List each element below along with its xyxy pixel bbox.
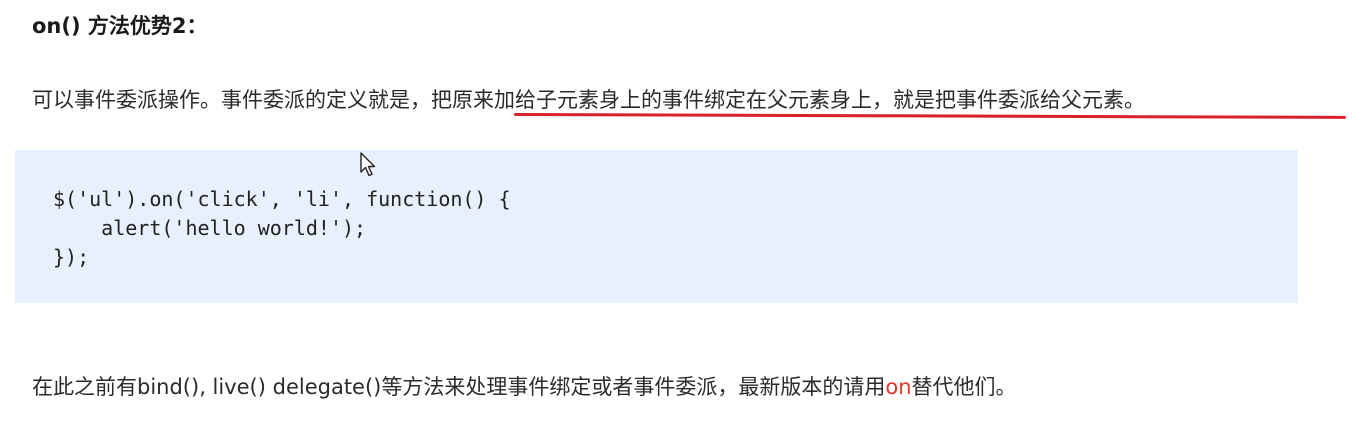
- document-page: on() 方法优势2： 可以事件委派操作。事件委派的定义就是，把原来加给子元素身…: [0, 0, 1352, 444]
- highlighted-on-keyword: on: [885, 375, 912, 399]
- paragraph-history-note: 在此之前有bind(), live() delegate()等方法来处理事件绑定…: [32, 371, 1017, 401]
- paragraph-text-after: 替代他们。: [911, 375, 1017, 399]
- code-line: });: [53, 245, 90, 269]
- section-heading: on() 方法优势2：: [32, 14, 208, 38]
- code-line: $('ul').on('click', 'li', function() {: [53, 187, 511, 211]
- code-content: $('ul').on('click', 'li', function() { a…: [53, 185, 511, 272]
- red-underline-annotation: [513, 113, 1347, 119]
- mouse-pointer-icon: [360, 152, 376, 177]
- code-line: alert('hello world!');: [53, 216, 367, 240]
- paragraph-underlined-text: 把原来加给子元素身上的事件绑定在父元素身上，就是把事件委派给父元素。: [431, 88, 1145, 112]
- paragraph-text-before: 在此之前有bind(), live() delegate()等方法来处理事件绑定…: [32, 375, 886, 399]
- paragraph-plain-text: 可以事件委派操作。事件委派的定义就是，: [32, 88, 431, 112]
- code-block: $('ul').on('click', 'li', function() { a…: [15, 150, 1298, 303]
- paragraph-event-delegation: 可以事件委派操作。事件委派的定义就是，把原来加给子元素身上的事件绑定在父元素身上…: [32, 84, 1145, 114]
